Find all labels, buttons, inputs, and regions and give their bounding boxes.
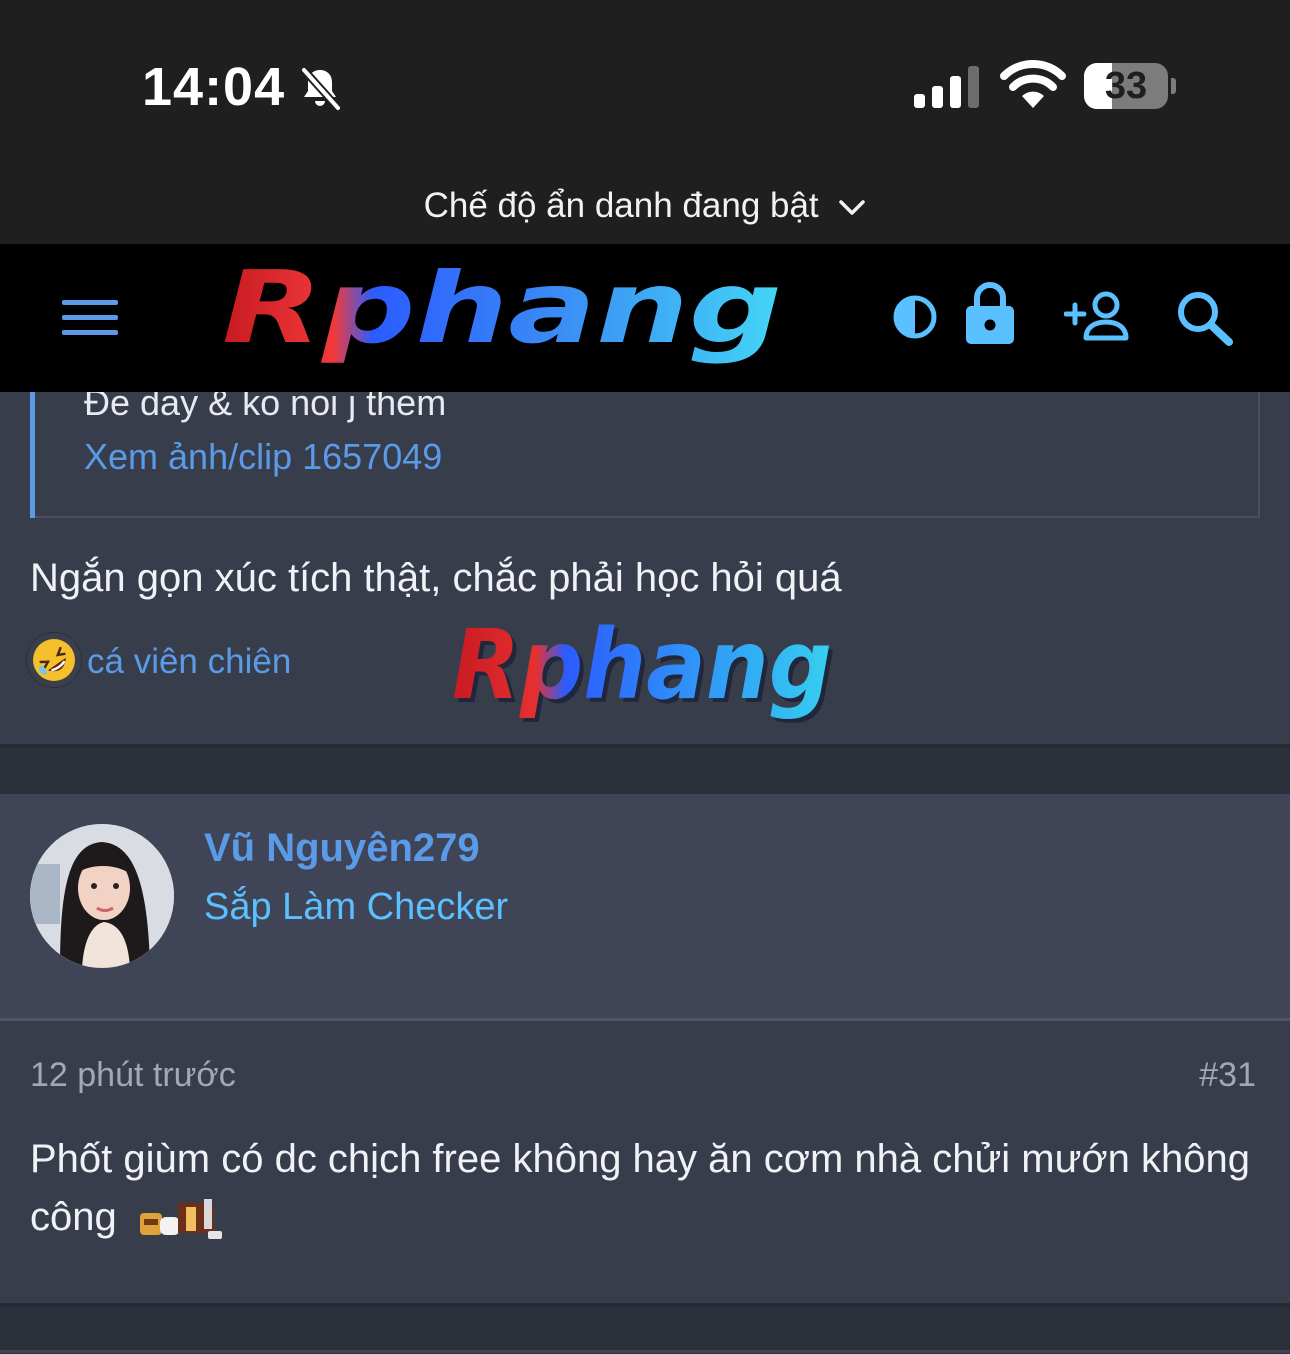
chevron-down-icon[interactable]: [838, 199, 866, 217]
cellular-signal-icon: [914, 66, 979, 108]
post-number[interactable]: #31: [1199, 1056, 1256, 1095]
user-title: Sắp Làm Checker: [204, 886, 509, 928]
status-time: 14:04: [142, 57, 286, 117]
quote-accent-bar: [30, 392, 35, 518]
card-shadow: [0, 1303, 1290, 1307]
svg-text:Rphang: Rphang: [452, 622, 832, 721]
site-logo-text: Rphang: [222, 268, 782, 366]
incognito-bar[interactable]: Chế độ ẩn danh đang bật: [0, 160, 1290, 244]
search-icon[interactable]: [1176, 290, 1234, 346]
incognito-label: Chế độ ẩn danh đang bật: [423, 186, 819, 225]
status-bar: 14:04 33: [0, 0, 1290, 160]
add-user-icon[interactable]: [1064, 290, 1134, 342]
post-timestamp[interactable]: 12 phút trước: [30, 1056, 236, 1095]
rolling-laughing-emoji-icon[interactable]: [26, 632, 82, 688]
next-post-edge: [0, 1350, 1290, 1353]
post-text: Phốt giùm có dc chịch free không hay ăn …: [30, 1130, 1250, 1246]
post-username[interactable]: Vũ Nguyên279: [204, 826, 480, 871]
contrast-icon[interactable]: [892, 294, 938, 340]
site-logo[interactable]: Rphang: [218, 268, 790, 366]
bell-muted-icon: [301, 67, 341, 111]
quote-media-link[interactable]: Xem ảnh/clip 1657049: [84, 436, 442, 478]
battery-indicator: 33: [1084, 63, 1176, 109]
battery-level: 33: [1104, 65, 1148, 107]
card-shadow: [0, 744, 1290, 748]
wifi-icon: [1000, 60, 1066, 108]
menu-icon[interactable]: [62, 298, 118, 338]
post-author-card: [0, 794, 1290, 1021]
user-avatar[interactable]: [30, 824, 174, 968]
post-text: Ngắn gọn xúc tích thật, chắc phải học hỏ…: [30, 556, 842, 600]
reaction-username[interactable]: cá viên chiên: [87, 642, 291, 682]
watermark-logo: Rphang Rphang: [452, 622, 836, 725]
sticker-emoji-icon: [139, 1199, 222, 1240]
lock-icon[interactable]: [964, 280, 1016, 346]
